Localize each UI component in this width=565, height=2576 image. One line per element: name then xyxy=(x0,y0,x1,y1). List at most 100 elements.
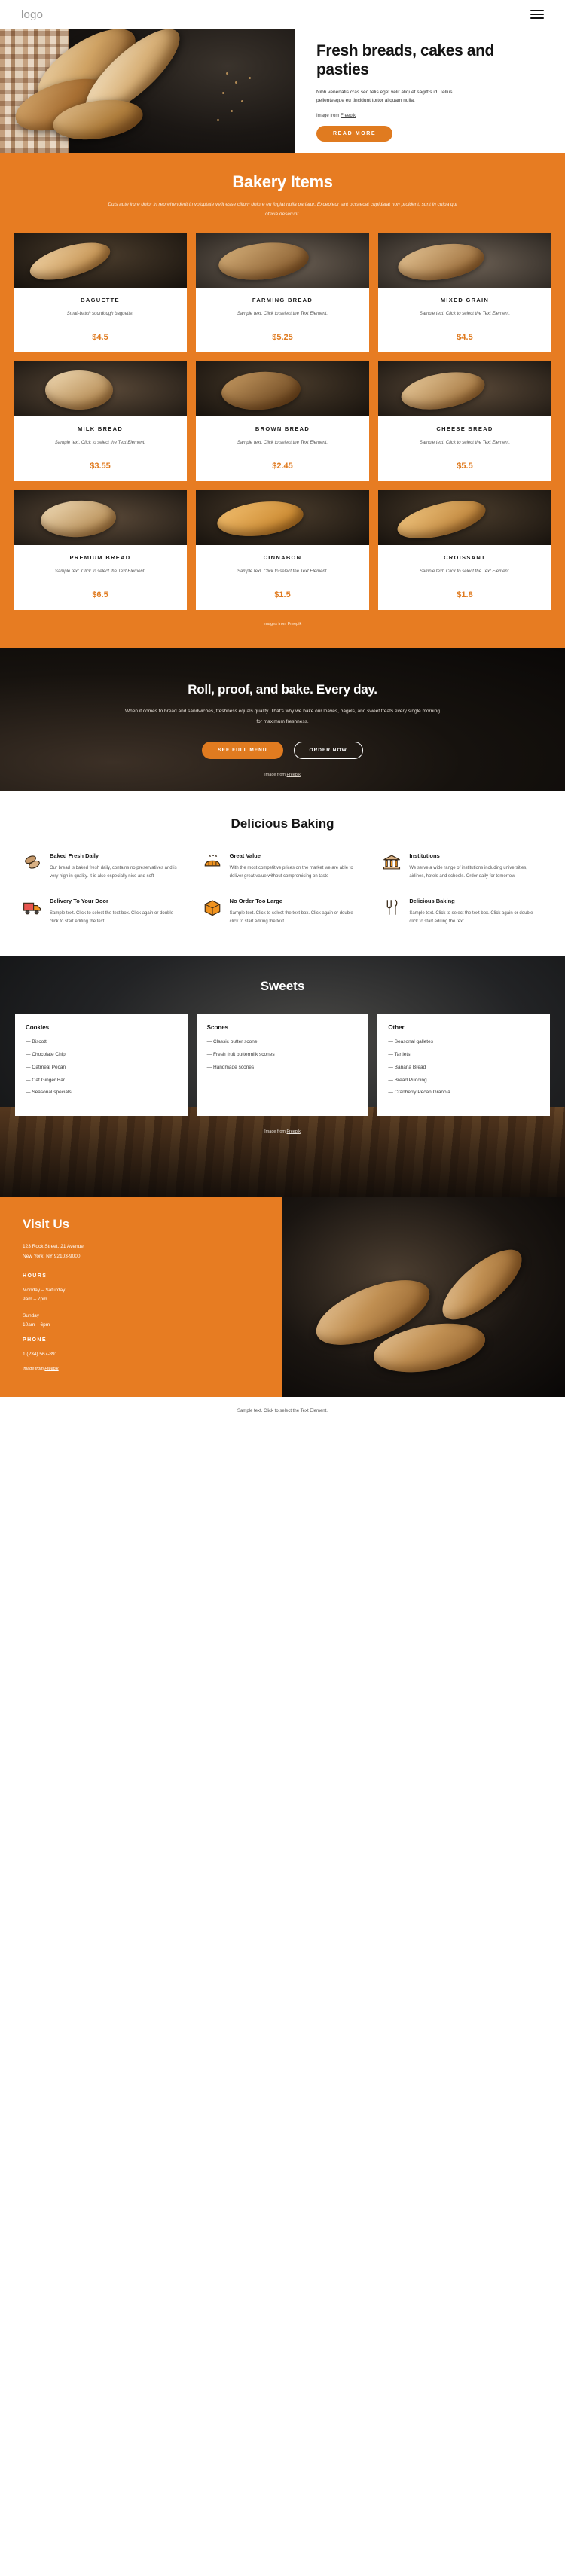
feature-heading: No Order Too Large xyxy=(229,898,282,905)
sweets-list-item: — Handmade scones xyxy=(206,1064,255,1070)
product-body: CROISSANT Sample text. Click to select th… xyxy=(378,545,551,610)
visit-title: Visit Us xyxy=(23,1217,70,1232)
product-description: Sample text. Click to select the Text El… xyxy=(419,441,511,445)
product-price: $4.5 xyxy=(457,333,473,342)
cta-content: Roll, proof, and bake. Every day. When i… xyxy=(0,648,565,777)
hamburger-icon[interactable] xyxy=(530,10,544,19)
product-name: MILK BREAD xyxy=(77,425,124,432)
sweets-title: Sweets xyxy=(260,979,305,994)
crumb-decor xyxy=(249,77,251,79)
institution-icon xyxy=(382,852,402,872)
product-name: CINNABON xyxy=(263,554,302,561)
sweets-card-heading: Cookies xyxy=(26,1024,50,1032)
feature-text: No Order Too Large Sample text. Click to … xyxy=(230,898,363,926)
product-price: $5.25 xyxy=(272,333,293,342)
sweets-list-item: — Biscotti xyxy=(26,1039,48,1045)
order-now-button[interactable]: ORDER NOW xyxy=(293,742,363,760)
cta-body: When it comes to bread and sandwiches, f… xyxy=(125,709,440,724)
product-card[interactable]: MILK BREAD Sample text. Click to select t… xyxy=(14,361,187,481)
product-body: BROWN BREAD Sample text. Click to select … xyxy=(196,416,369,481)
product-card[interactable]: BROWN BREAD Sample text. Click to select … xyxy=(196,361,369,481)
hero-section: Fresh breads, cakes and pasties Nibh ven… xyxy=(0,29,565,153)
product-description: Sample text. Click to select the Text El… xyxy=(419,312,511,316)
cta-credit-link[interactable]: Freepik xyxy=(287,773,301,777)
bakery-items-section: Bakery Items Duis aute irure dolor in re… xyxy=(0,153,565,648)
product-name: PREMIUM BREAD xyxy=(69,554,131,561)
feature-paragraph: We serve a wide range of institutions in… xyxy=(409,866,527,879)
crumb-decor xyxy=(241,100,243,102)
feature-item: Delivery To Your Door Sample text. Click … xyxy=(23,898,183,926)
product-price: $2.45 xyxy=(272,462,293,471)
product-price: $6.5 xyxy=(92,590,108,599)
bakery-items-title: Bakery Items xyxy=(232,172,333,191)
hours-label: HOURS xyxy=(23,1273,47,1279)
sweets-list-item: — Classic butter scone xyxy=(206,1039,258,1045)
feature-item: Great Value With the most competitive pri… xyxy=(203,852,363,881)
product-card[interactable]: BAGUETTE Small-batch sourdough baguette. $… xyxy=(14,233,187,352)
product-name: MIXED GRAIN xyxy=(440,297,490,303)
cta-image-credit: Image from Freepik xyxy=(0,773,565,777)
product-description: Sample text. Click to select the Text El… xyxy=(419,569,511,574)
cta-credit-prefix: Image from xyxy=(264,773,287,778)
visit-credit-link[interactable]: Freepik xyxy=(44,1367,58,1371)
feature-text: Delivery To Your Door Sample text. Click … xyxy=(50,898,183,926)
feature-item: Delicious Baking Sample text. Click to se… xyxy=(382,898,542,926)
sweets-list-item-label: Oat Ginger Bar xyxy=(32,1077,66,1083)
product-price: $1.8 xyxy=(457,590,473,599)
sweets-list-item-label: Tartlets xyxy=(394,1052,411,1058)
product-description: Sample text. Click to select the Text El… xyxy=(237,312,328,316)
product-card[interactable]: CHEESE BREAD Sample text. Click to select… xyxy=(378,361,551,481)
product-image xyxy=(196,361,369,416)
feature-paragraph: Sample text. Click to select the text bo… xyxy=(50,911,174,925)
sweets-list-item-label: Classic butter scone xyxy=(212,1039,258,1045)
hours-days: Sunday xyxy=(23,1313,40,1319)
product-card[interactable]: FARMING BREAD Sample text. Click to selec… xyxy=(196,233,369,352)
cutlery-icon xyxy=(382,898,402,917)
hero-credit-link[interactable]: Freepik xyxy=(341,114,356,118)
product-card[interactable]: MIXED GRAIN Sample text. Click to select … xyxy=(378,233,551,352)
sweets-list-item: — Cranberry Pecan Granola xyxy=(388,1090,450,1096)
logo[interactable]: logo xyxy=(21,8,43,21)
cta-title: Roll, proof, and bake. Every day. xyxy=(188,682,377,697)
sweets-credit-link[interactable]: Freepik xyxy=(287,1129,301,1134)
bread-loaves-icon xyxy=(23,852,42,872)
sweets-card: Cookies — Biscotti — Chocolate Chip — Oatme… xyxy=(15,1014,188,1117)
feature-paragraph: With the most competitive prices on the … xyxy=(229,866,353,879)
product-image xyxy=(196,490,369,545)
hero-title: Fresh breads, cakes and pasties xyxy=(316,42,494,78)
product-body: CHEESE BREAD Sample text. Click to select… xyxy=(378,416,551,481)
product-image xyxy=(14,233,187,288)
sweets-card: Scones — Classic butter scone — Fresh frui… xyxy=(196,1014,369,1117)
product-card[interactable]: CROISSANT Sample text. Click to select th… xyxy=(378,490,551,610)
hours-row: Sunday 10am – 6pm xyxy=(23,1312,260,1330)
feature-paragraph: Our bread is baked fresh daily, contains… xyxy=(50,866,177,879)
sweets-grid: Cookies — Biscotti — Chocolate Chip — Oatme… xyxy=(0,994,565,1117)
sweets-list-item: — Chocolate Chip xyxy=(26,1052,66,1058)
sweets-list-item-label: Fresh fruit buttermilk scones xyxy=(212,1052,275,1058)
sweets-list-item-label: Bread Pudding xyxy=(394,1077,427,1083)
product-card[interactable]: CINNABON Sample text. Click to select the… xyxy=(196,490,369,610)
items-credit-link[interactable]: Freepik xyxy=(288,622,301,626)
address-line-1: 123 Rock Street, 21 Avenue xyxy=(23,1244,84,1250)
product-card[interactable]: PREMIUM BREAD Sample text. Click to selec… xyxy=(14,490,187,610)
package-box-icon xyxy=(203,898,222,917)
address-line-2: New York, NY 92103-9000 xyxy=(23,1253,81,1259)
product-description: Sample text. Click to select the Text El… xyxy=(237,569,328,574)
sweets-list-item-label: Seasonal galletes xyxy=(394,1039,433,1045)
sweets-list-item-label: Handmade scones xyxy=(212,1064,255,1070)
bakery-items-credit: Images from Freepik xyxy=(14,622,551,626)
product-price: $1.5 xyxy=(274,590,291,599)
feature-heading: Delivery To Your Door xyxy=(50,898,108,905)
hours-time: 10am – 6pm xyxy=(23,1322,50,1328)
bakery-items-subtitle: Duis aute irure dolor in reprehenderit i… xyxy=(108,202,457,217)
see-full-menu-button[interactable]: SEE FULL MENU xyxy=(202,742,283,760)
product-name: BAGUETTE xyxy=(81,297,120,303)
crumb-decor xyxy=(217,119,219,121)
phone-number[interactable]: 1 (234) 567-891 xyxy=(23,1350,260,1359)
read-more-button[interactable]: READ MORE xyxy=(316,126,393,142)
cta-section: Roll, proof, and bake. Every day. When i… xyxy=(0,648,565,791)
feature-heading: Institutions xyxy=(409,852,440,859)
product-description: Sample text. Click to select the Text El… xyxy=(54,441,146,445)
features-section: Delicious Baking Baked Fresh Daily Our br… xyxy=(0,791,565,957)
sweets-list-item: — Fresh fruit buttermilk scones xyxy=(206,1052,275,1058)
